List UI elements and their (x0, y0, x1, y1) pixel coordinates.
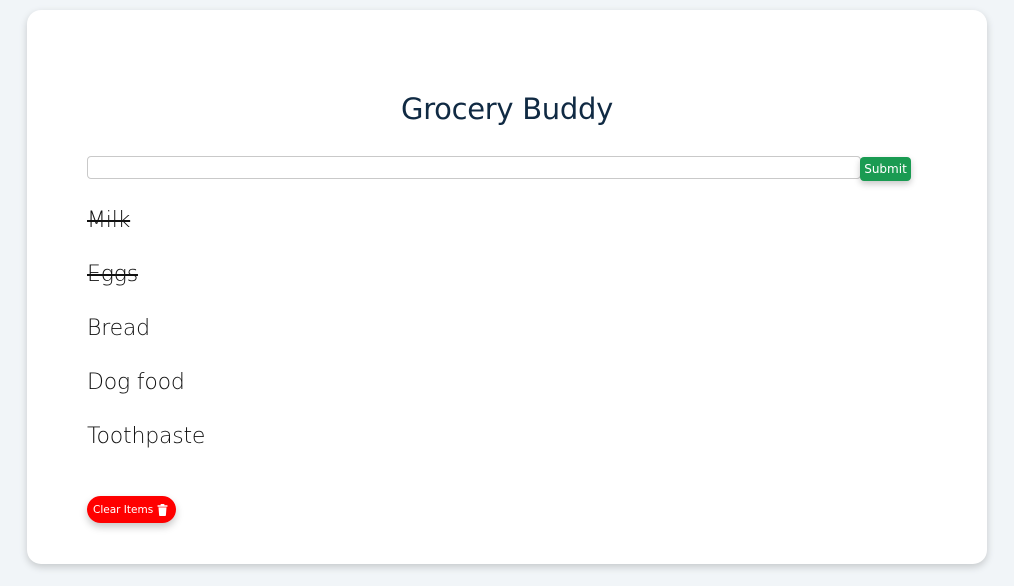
list-item[interactable]: Dog food (87, 368, 205, 422)
page-title: Grocery Buddy (401, 92, 613, 126)
submit-button[interactable]: Submit (860, 157, 911, 181)
item-input[interactable] (87, 156, 861, 179)
clear-items-button[interactable]: Clear Items (87, 496, 177, 523)
list-item[interactable]: Bread (87, 314, 205, 368)
trash-icon (157, 503, 168, 516)
clear-items-label: Clear Items (93, 503, 154, 516)
list-item[interactable]: Eggs (87, 260, 205, 314)
grocery-list: Milk Eggs Bread Dog food Toothpaste (87, 206, 205, 476)
grocery-card: Grocery Buddy Submit Milk Eggs Bread Dog… (27, 10, 987, 564)
list-item[interactable]: Milk (87, 206, 205, 260)
list-item[interactable]: Toothpaste (87, 422, 205, 476)
